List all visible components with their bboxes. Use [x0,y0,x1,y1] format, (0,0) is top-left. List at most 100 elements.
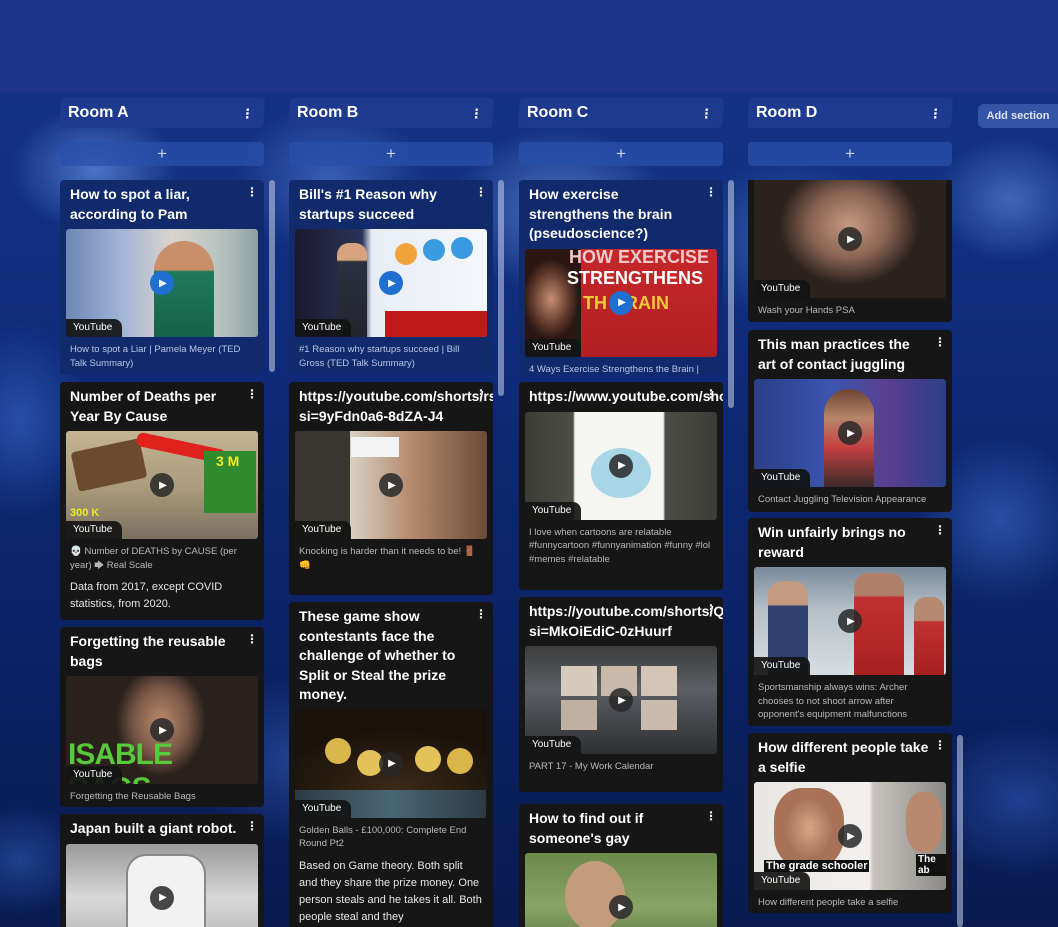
video-thumbnail[interactable]: ISABLE BAGS ▶ YouTube [66,676,258,784]
card-menu-icon[interactable]: ⋮ [934,523,946,537]
column-scrollbar[interactable] [957,735,963,927]
column-scrollbar[interactable] [269,180,275,372]
play-icon[interactable]: ▶ [150,885,174,910]
column-header: Room D ⋮ [746,98,954,128]
card-title: How exercise strengthens the brain (pseu… [529,186,673,241]
column-scrollbar[interactable] [498,180,504,396]
slide-icon [423,239,445,261]
video-thumbnail[interactable]: ▶ YouTube [295,709,487,818]
card-caption: 💀 Number of DEATHS by CAUSE (per year) 🡆… [70,546,237,571]
play-icon[interactable]: ▶ [150,718,174,742]
add-card-button[interactable]: + [519,142,723,166]
play-icon[interactable]: ▶ [838,824,862,848]
card-menu-icon[interactable]: ⋮ [705,602,717,616]
card[interactable]: How exercise strengthens the brain (pseu… [519,180,723,375]
card-menu-icon[interactable]: ⋮ [934,335,946,349]
source-badge: YouTube [66,521,123,539]
card-title: https://www.youtube.com/shorts/M3kdkcshT… [529,388,723,404]
video-thumbnail[interactable]: ▶ YouTube [295,229,487,337]
card[interactable]: Number of Deaths per Year By Cause ⋮ 3 M… [60,382,264,620]
card-menu-icon[interactable]: ⋮ [475,607,487,621]
card[interactable]: ▶ YouTube Wash your Hands PSA [748,180,952,322]
video-thumbnail[interactable]: HOW EXERCISE STRENGTHENS TH BRAIN ▶ YouT… [525,248,717,357]
card[interactable]: https://youtube.com/shorts/QuwyYUK_vfY?s… [519,597,723,792]
card-menu-icon[interactable]: ⋮ [475,387,487,401]
video-thumbnail[interactable]: ▶ [525,853,717,927]
video-thumbnail[interactable]: ▶ YouTube [525,646,717,754]
source-badge: YouTube [66,319,123,337]
play-icon[interactable]: ▶ [379,751,403,776]
card[interactable]: Forgetting the reusable bags ⋮ ISABLE BA… [60,627,264,807]
thumb-label: The grade schooler [764,860,870,872]
card-menu-icon[interactable]: ⋮ [705,387,717,401]
column-header: Room B ⋮ [287,98,495,128]
card-menu-icon[interactable]: ⋮ [934,738,946,752]
column-menu-icon[interactable]: ⋮ [928,106,942,121]
ball-shape [447,747,473,774]
card-caption: Golden Balls - £100,000: Complete End Ro… [299,824,467,850]
play-icon[interactable]: ▶ [609,895,633,919]
column-room-a: Room A ⋮ + How to spot a liar, according… [58,98,266,927]
add-card-button[interactable]: + [60,142,264,166]
card[interactable]: https://youtube.com/shorts/rsJjX4mt1Ao?s… [289,382,493,595]
play-icon[interactable]: ▶ [379,473,403,497]
card[interactable]: https://www.youtube.com/shorts/M3kdkcshT… [519,382,723,590]
card[interactable]: Win unfairly brings no reward ⋮ ▶ YouTub… [748,518,952,726]
card[interactable]: How to spot a liar, according to Pam ⋮ ▶… [60,180,264,375]
column-menu-icon[interactable]: ⋮ [469,106,483,121]
ball-shape [415,745,441,772]
card[interactable]: Bill's #1 Reason why startups succeed ⋮ … [289,180,493,375]
column-title: Room A [68,104,129,121]
video-thumbnail[interactable]: ▶ YouTube [66,229,258,337]
play-icon[interactable]: ▶ [379,271,403,295]
play-icon[interactable]: ▶ [150,271,174,295]
card-caption: How to spot a Liar | Pamela Meyer (TED T… [70,344,241,369]
coffin-shape [70,438,148,492]
thumb-label: HOW EXERCISE [569,248,710,267]
play-icon[interactable]: ▶ [150,473,174,497]
card[interactable]: These game show contestants face the cha… [289,602,493,927]
add-section-button[interactable]: Add section [978,104,1058,128]
play-icon[interactable]: ▶ [838,227,862,251]
card[interactable]: How to find out if someone's gay ⋮ ▶ [519,804,723,927]
card-caption: Knocking is harder than it needs to be! … [299,546,476,571]
card[interactable]: This man practices the art of contact ju… [748,330,952,512]
card-menu-icon[interactable]: ⋮ [246,185,258,199]
column-room-c: Room C ⋮ + How exercise strengthens the … [517,98,725,927]
thumb-label: STRENGTHENS [567,267,704,288]
video-thumbnail[interactable]: The grade schooler The ab ▶ YouTube [754,782,946,890]
play-icon[interactable]: ▶ [609,290,633,315]
card-menu-icon[interactable]: ⋮ [705,809,717,823]
card-menu-icon[interactable]: ⋮ [246,819,258,833]
column-room-b: Room B ⋮ + Bill's #1 Reason why startups… [287,98,495,927]
video-thumbnail[interactable]: ▶ [66,843,258,927]
source-badge: YouTube [754,657,811,675]
card[interactable]: How different people take a selfie ⋮ The… [748,733,952,913]
video-thumbnail[interactable]: ▶ YouTube [754,180,946,298]
column-scrollbar[interactable] [728,180,734,408]
play-icon[interactable]: ▶ [609,688,633,712]
video-thumbnail[interactable]: ▶ YouTube [295,431,487,539]
card-menu-icon[interactable]: ⋮ [246,632,258,646]
card-menu-icon[interactable]: ⋮ [705,185,717,199]
card[interactable]: Japan built a giant robot. ⋮ ▶ [60,814,264,927]
column-title: Room C [527,104,589,121]
source-badge: YouTube [66,766,123,784]
play-icon[interactable]: ▶ [838,609,862,633]
add-card-button[interactable]: + [289,142,493,166]
add-card-button[interactable]: + [748,142,952,166]
video-thumbnail[interactable]: ▶ YouTube [754,379,946,487]
video-tile [641,700,677,730]
person-figure [774,788,844,868]
play-icon[interactable]: ▶ [838,421,862,445]
column-menu-icon[interactable]: ⋮ [699,106,713,121]
card-menu-icon[interactable]: ⋮ [246,387,258,401]
video-thumbnail[interactable]: ▶ YouTube [525,411,717,520]
video-thumbnail[interactable]: 3 M 300 K ▶ YouTube [66,431,258,539]
column-menu-icon[interactable]: ⋮ [240,106,254,121]
play-icon[interactable]: ▶ [609,453,633,478]
video-thumbnail[interactable]: ▶ YouTube [754,567,946,675]
thumb-label: 300 K [70,507,100,519]
card-menu-icon[interactable]: ⋮ [475,185,487,199]
stage-letters [385,311,487,337]
